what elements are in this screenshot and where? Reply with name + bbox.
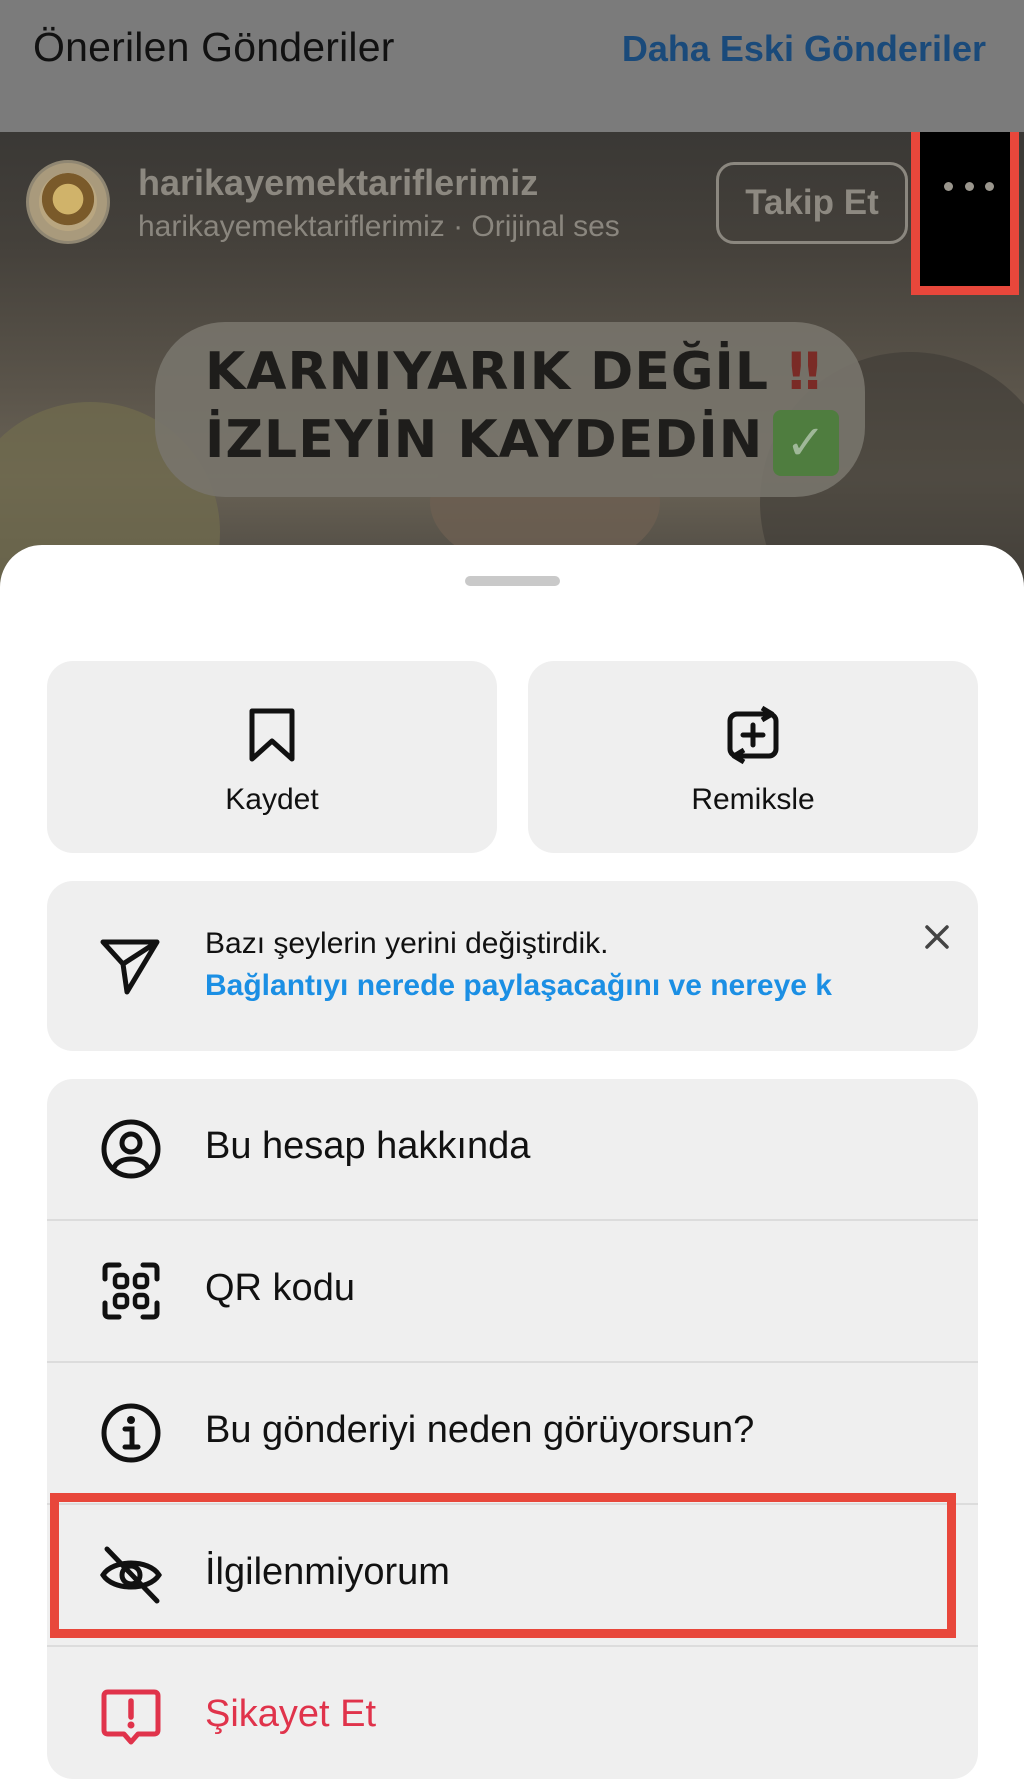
- menu-item-label: Bu gönderiyi neden görüyorsun?: [205, 1409, 755, 1451]
- send-icon: [100, 939, 160, 995]
- save-label: Kaydet: [225, 783, 319, 816]
- caption-line-1: KARNIYARIK DEĞİL ‼: [205, 342, 822, 402]
- sheet-grabber[interactable]: [465, 576, 560, 586]
- older-posts-link[interactable]: Daha Eski Gönderiler: [622, 28, 986, 70]
- options-menu: Bu hesap hakkında QR kodu Bu gönderiyi n…: [47, 1079, 978, 1779]
- bookmark-icon: [249, 708, 295, 762]
- post-audio-subline[interactable]: harikayemektariflerimiz · Orijinal ses: [138, 210, 620, 244]
- info-icon: [101, 1403, 161, 1463]
- account-icon: [101, 1119, 161, 1179]
- remix-icon: [727, 705, 779, 765]
- more-options-highlight: [911, 132, 1019, 295]
- menu-item-qr-code[interactable]: QR kodu: [47, 1221, 978, 1361]
- options-sheet: Kaydet Remiksle Bazı şeylerin yerini değ…: [0, 545, 1024, 1789]
- changes-notice[interactable]: Bazı şeylerin yerini değiştirdik. Bağlan…: [47, 881, 978, 1051]
- screen: Önerilen Gönderiler Daha Eski Gönderiler…: [0, 0, 1024, 1789]
- menu-item-label: Şikayet Et: [205, 1693, 377, 1735]
- notice-title: Bazı şeylerin yerini değiştirdik.: [205, 927, 609, 960]
- save-button[interactable]: Kaydet: [47, 661, 497, 853]
- remix-button[interactable]: Remiksle: [528, 661, 978, 853]
- close-icon[interactable]: [917, 917, 957, 957]
- check-mark-icon: ✓: [773, 410, 840, 476]
- remix-label: Remiksle: [691, 783, 815, 816]
- notice-link[interactable]: Bağlantıyı nerede paylaşacağını ve nerey…: [205, 969, 870, 1003]
- eye-off-icon: [100, 1546, 162, 1604]
- top-header: Önerilen Gönderiler Daha Eski Gönderiler: [0, 0, 1024, 132]
- menu-item-why-seeing[interactable]: Bu gönderiyi neden görüyorsun?: [47, 1363, 978, 1503]
- menu-item-not-interested[interactable]: İlgilenmiyorum: [47, 1505, 978, 1645]
- double-exclamation-icon: ‼: [788, 342, 822, 402]
- menu-item-report[interactable]: Şikayet Et: [47, 1647, 978, 1779]
- follow-button[interactable]: Takip Et: [716, 162, 908, 244]
- menu-item-about-account[interactable]: Bu hesap hakkında: [47, 1079, 978, 1219]
- caption-line-2: İZLEYİN KAYDEDİN ✓: [205, 410, 840, 476]
- avatar[interactable]: [26, 160, 110, 244]
- menu-item-label: QR kodu: [205, 1267, 355, 1309]
- report-icon: [101, 1689, 161, 1745]
- menu-item-label: İlgilenmiyorum: [205, 1551, 450, 1593]
- menu-item-label: Bu hesap hakkında: [205, 1125, 531, 1167]
- page-title: Önerilen Gönderiler: [33, 24, 395, 70]
- post-video[interactable]: harikayemektariflerimiz harikayemektarif…: [0, 132, 1024, 592]
- post-username[interactable]: harikayemektariflerimiz: [138, 162, 538, 204]
- qr-code-icon: [102, 1262, 160, 1320]
- more-options-icon[interactable]: [944, 176, 994, 196]
